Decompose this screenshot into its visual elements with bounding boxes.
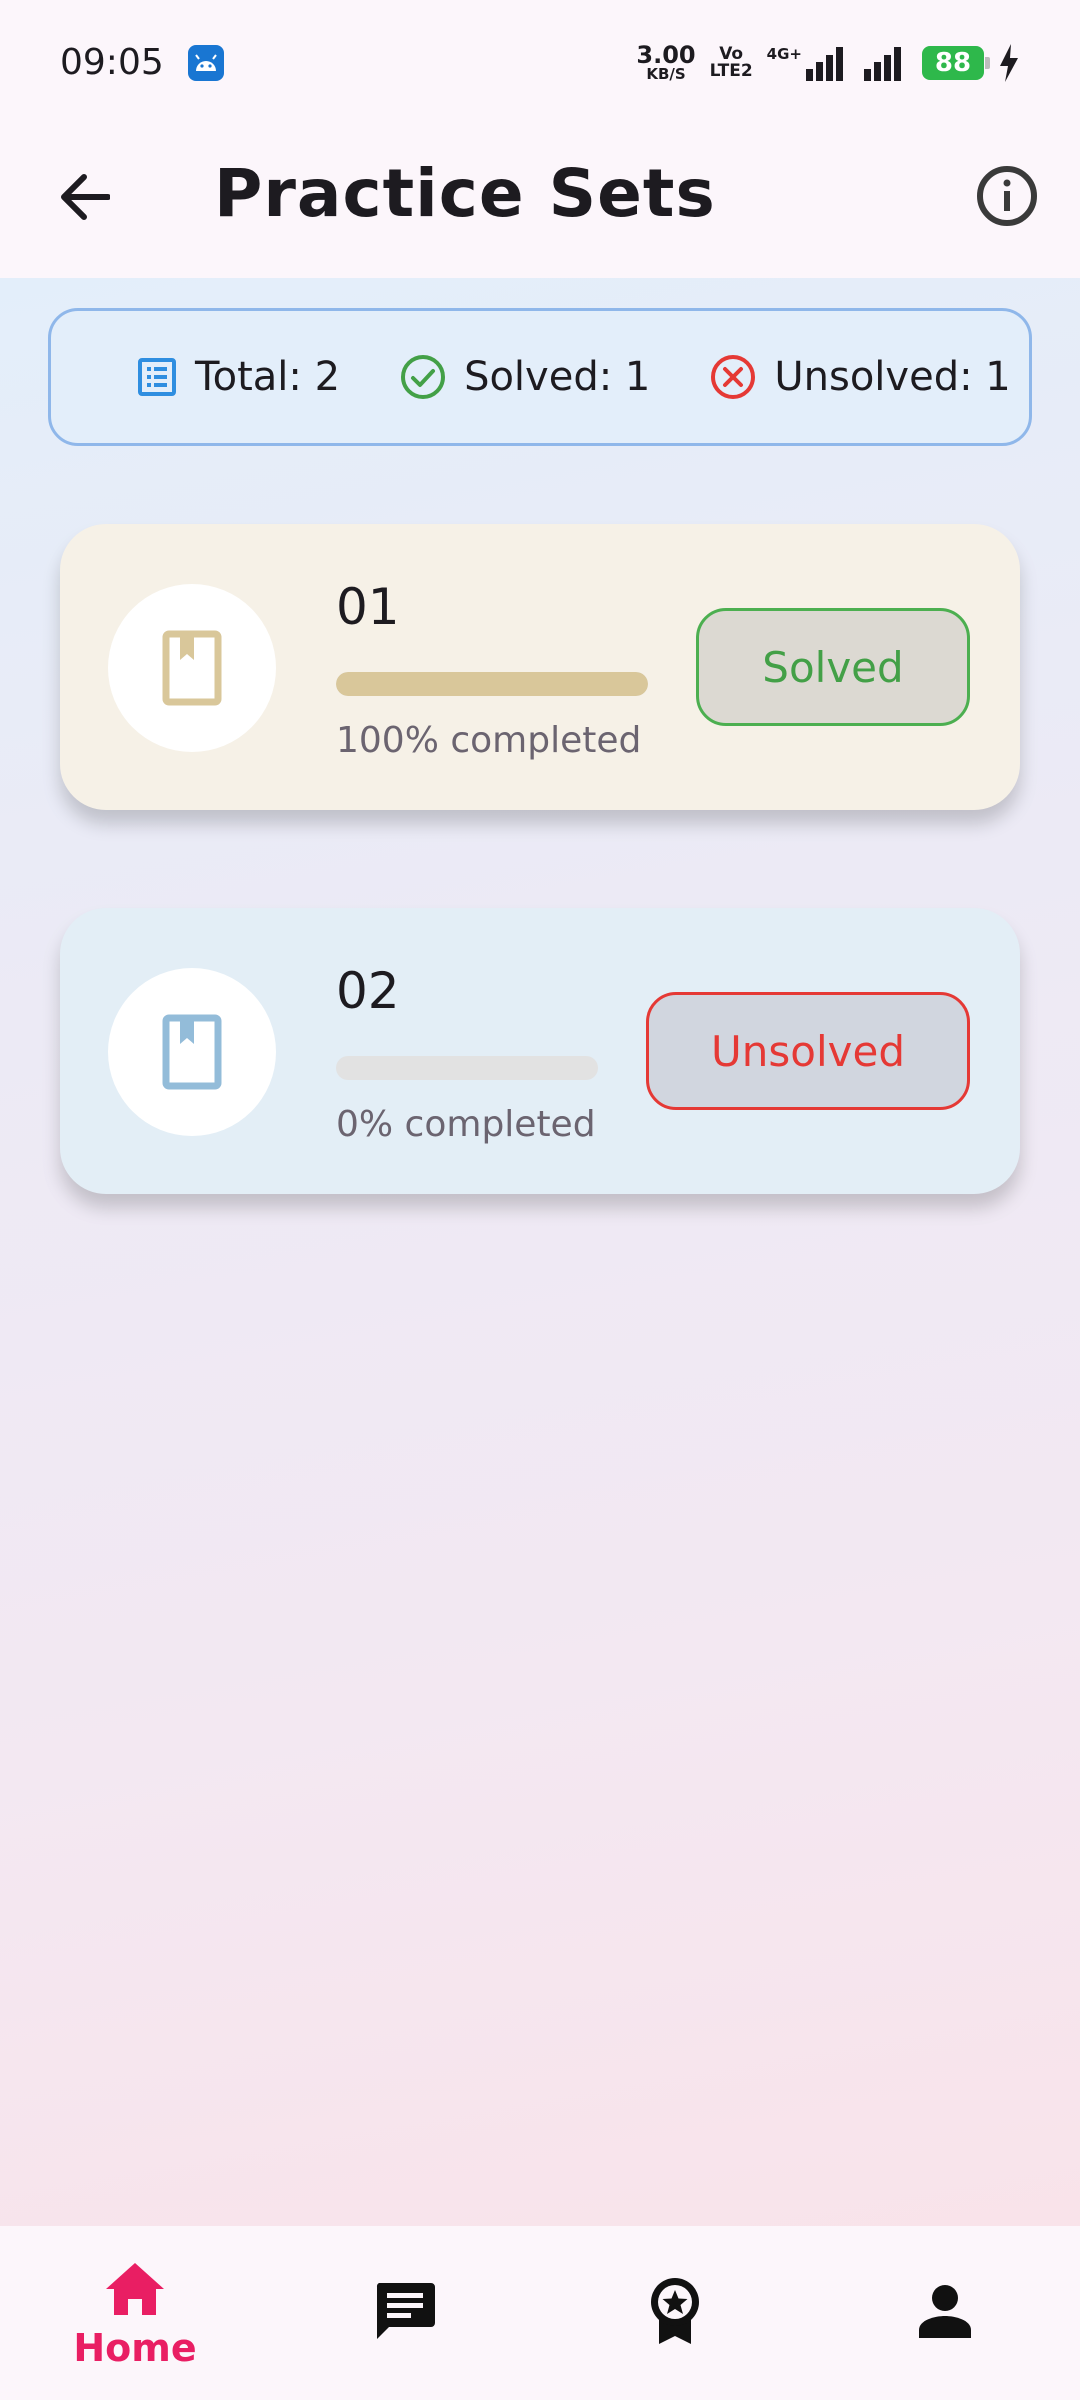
home-icon bbox=[100, 2254, 170, 2324]
list-icon bbox=[138, 358, 176, 396]
signal-icon bbox=[864, 46, 901, 81]
progress-text: 0% completed bbox=[336, 1104, 596, 1145]
volte-bottom: LTE2 bbox=[709, 60, 753, 81]
android-notification-icon bbox=[187, 44, 224, 81]
volte-indicator: Vo LTE2 bbox=[709, 43, 753, 81]
nav-profile[interactable] bbox=[810, 2226, 1080, 2400]
arrow-back-icon bbox=[61, 174, 110, 220]
set-number: 01 bbox=[336, 578, 400, 636]
net-speed-value: 3.00 bbox=[636, 41, 696, 69]
person-icon bbox=[910, 2276, 980, 2346]
summary-unsolved: Unsolved: 1 bbox=[710, 354, 1011, 400]
net-speed-unit: KB/S bbox=[646, 65, 686, 83]
nav-awards[interactable] bbox=[540, 2226, 810, 2400]
summary-unsolved-label: Unsolved: 1 bbox=[774, 354, 1011, 400]
progress-bar bbox=[336, 1056, 598, 1080]
check-circle-icon bbox=[401, 355, 446, 399]
app-bar: Practice Sets bbox=[0, 125, 1080, 278]
nav-home[interactable]: Home bbox=[0, 2226, 270, 2400]
info-button[interactable] bbox=[972, 161, 1042, 231]
bottom-nav: Home bbox=[0, 2226, 1080, 2400]
book-bookmark-icon bbox=[162, 630, 222, 706]
progress-bar bbox=[336, 672, 648, 696]
practice-set-card[interactable]: 01 100% completed Solved bbox=[60, 524, 1020, 810]
status-bar: 09:05 3.00 KB/S Vo LTE2 4G+ 88 bbox=[0, 0, 1080, 125]
book-bookmark-icon bbox=[162, 1014, 222, 1090]
page-title: Practice Sets bbox=[214, 155, 716, 232]
award-icon bbox=[640, 2276, 710, 2346]
card-icon-circle bbox=[108, 968, 276, 1136]
chat-icon bbox=[370, 2276, 440, 2346]
progress-fill bbox=[336, 672, 648, 696]
progress-text: 100% completed bbox=[336, 720, 642, 761]
content-area: Total: 2 Solved: 1 Unsolved: 1 01 100% c… bbox=[0, 278, 1080, 2226]
set-number: 02 bbox=[336, 962, 400, 1020]
cancel-circle-icon bbox=[711, 355, 756, 399]
volte-top: Vo bbox=[719, 43, 744, 64]
summary-total-label: Total: 2 bbox=[195, 354, 341, 400]
charging-icon bbox=[1000, 43, 1018, 82]
summary-total: Total: 2 bbox=[137, 354, 340, 400]
status-button-solved[interactable]: Solved bbox=[696, 608, 970, 726]
status-button-unsolved[interactable]: Unsolved bbox=[646, 992, 970, 1110]
nav-chat[interactable] bbox=[270, 2226, 540, 2400]
info-icon bbox=[977, 166, 1037, 226]
practice-set-card[interactable]: 02 0% completed Unsolved bbox=[60, 908, 1020, 1194]
summary-solved: Solved: 1 bbox=[400, 354, 650, 400]
back-button[interactable] bbox=[52, 165, 116, 229]
summary-bar: Total: 2 Solved: 1 Unsolved: 1 bbox=[48, 308, 1032, 446]
card-icon-circle bbox=[108, 584, 276, 752]
signal-4g-icon: 4G+ bbox=[767, 45, 848, 81]
net-speed: 3.00 KB/S bbox=[636, 43, 695, 82]
summary-solved-label: Solved: 1 bbox=[464, 354, 651, 400]
network-type: 4G+ bbox=[766, 44, 802, 63]
battery-indicator: 88 bbox=[922, 45, 990, 80]
status-time: 09:05 bbox=[60, 42, 164, 83]
nav-home-label: Home bbox=[73, 2326, 197, 2370]
